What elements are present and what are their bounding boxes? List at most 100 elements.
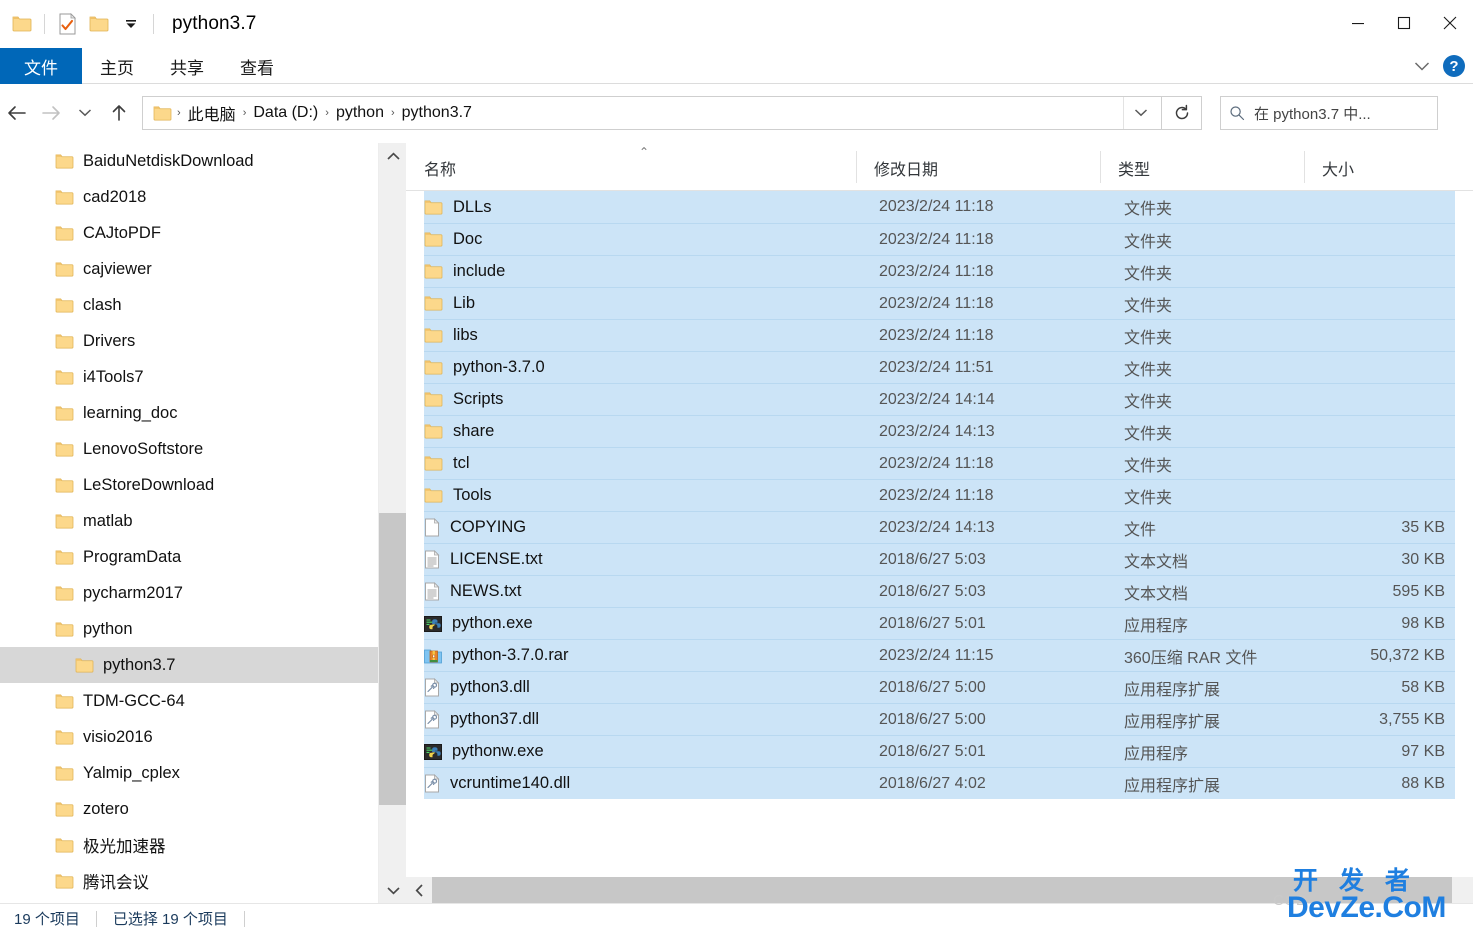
navigation-scrollbar-thumb[interactable] [379, 513, 406, 805]
file-name-cell[interactable]: python37.dll [424, 710, 539, 729]
file-name-cell[interactable]: vcruntime140.dll [424, 774, 570, 793]
folder-icon[interactable] [6, 8, 38, 40]
file-name-cell[interactable]: Lib [424, 294, 475, 313]
table-row[interactable]: vcruntime140.dll 2018/6/27 4:02 应用程序扩展 88 K… [424, 767, 1455, 799]
sidebar-item-zotero[interactable]: zotero [0, 791, 406, 827]
table-row[interactable]: LICENSE.txt 2018/6/27 5:03 文本文档 30 KB [424, 543, 1455, 575]
minimize-button[interactable] [1335, 0, 1381, 46]
properties-icon[interactable] [51, 8, 83, 40]
up-button[interactable] [102, 93, 136, 133]
file-name-cell[interactable]: libs [424, 326, 478, 345]
column-header-name[interactable]: 名称 [424, 156, 456, 180]
sidebar-item-learning-doc[interactable]: learning_doc [0, 395, 406, 431]
scroll-up-icon[interactable] [379, 143, 406, 169]
recent-locations-chevron-icon[interactable] [68, 93, 102, 133]
table-row[interactable]: python3.dll 2018/6/27 5:00 应用程序扩展 58 KB [424, 671, 1455, 703]
sidebar-item-programdata[interactable]: ProgramData [0, 539, 406, 575]
tab-share[interactable]: 共享 [152, 48, 222, 84]
sidebar-item-[interactable]: 腾讯会议 [0, 863, 406, 899]
sidebar-item-lestoredownload[interactable]: LeStoreDownload [0, 467, 406, 503]
sidebar-item-cajviewer[interactable]: cajviewer [0, 251, 406, 287]
sidebar-item-python[interactable]: python [0, 611, 406, 647]
table-row[interactable]: Lib 2023/2/24 11:18 文件夹 [424, 287, 1455, 319]
table-row[interactable]: NEWS.txt 2018/6/27 5:03 文本文档 595 KB [424, 575, 1455, 607]
file-name-cell[interactable]: Tools [424, 486, 492, 505]
navigation-scrollbar[interactable] [378, 143, 406, 903]
expand-ribbon-chevron-icon[interactable] [1409, 53, 1435, 79]
new-folder-icon[interactable] [83, 8, 115, 40]
scroll-left-icon[interactable] [406, 877, 432, 903]
file-name-cell[interactable]: Scripts [424, 390, 503, 409]
table-row[interactable]: python.exe 2018/6/27 5:01 应用程序 98 KB [424, 607, 1455, 639]
table-row[interactable]: share 2023/2/24 14:13 文件夹 [424, 415, 1455, 447]
sidebar-item-drivers[interactable]: Drivers [0, 323, 406, 359]
help-button[interactable]: ? [1443, 55, 1465, 77]
table-row[interactable]: COPYING 2023/2/24 14:13 文件 35 KB [424, 511, 1455, 543]
column-divider-3[interactable] [1304, 151, 1305, 183]
file-name-cell[interactable]: COPYING [424, 518, 526, 537]
file-name-cell[interactable]: pythonw.exe [424, 742, 544, 761]
table-row[interactable]: python37.dll 2018/6/27 5:00 应用程序扩展 3,755 KB [424, 703, 1455, 735]
file-name-cell[interactable]: python3.dll [424, 678, 530, 697]
breadcrumb-item-python[interactable]: python [330, 104, 390, 122]
table-row[interactable]: python-3.7.0.rar 2023/2/24 11:15 360压缩 RAR… [424, 639, 1455, 671]
sidebar-item-lenovosoftstore[interactable]: LenovoSoftstore [0, 431, 406, 467]
breadcrumb-item-python37[interactable]: python3.7 [396, 104, 478, 122]
refresh-button[interactable] [1162, 96, 1202, 130]
column-header-date[interactable]: 修改日期 [874, 156, 938, 180]
sidebar-item-matlab[interactable]: matlab [0, 503, 406, 539]
table-row[interactable]: libs 2023/2/24 11:18 文件夹 [424, 319, 1455, 351]
table-row[interactable]: tcl 2023/2/24 11:18 文件夹 [424, 447, 1455, 479]
file-name-cell[interactable]: python-3.7.0 [424, 358, 545, 377]
file-name-cell[interactable]: LICENSE.txt [424, 550, 543, 569]
sidebar-item-python3-7[interactable]: python3.7 [0, 647, 406, 683]
address-history-chevron-icon[interactable] [1123, 97, 1157, 129]
file-name-cell[interactable]: share [424, 422, 494, 441]
breadcrumb-item-this-pc[interactable]: 此电脑 [182, 101, 242, 125]
table-row[interactable]: Scripts 2023/2/24 14:14 文件夹 [424, 383, 1455, 415]
sidebar-item-clash[interactable]: clash [0, 287, 406, 323]
table-row[interactable]: DLLs 2023/2/24 11:18 文件夹 [424, 191, 1455, 223]
customize-dropdown-icon[interactable] [115, 8, 147, 40]
table-row[interactable]: include 2023/2/24 11:18 文件夹 [424, 255, 1455, 287]
tab-view[interactable]: 查看 [222, 48, 292, 84]
table-row[interactable]: Doc 2023/2/24 11:18 文件夹 [424, 223, 1455, 255]
forward-button[interactable] [34, 93, 68, 133]
horizontal-scroll-track[interactable] [432, 877, 1473, 903]
sidebar-item-i4tools7[interactable]: i4Tools7 [0, 359, 406, 395]
maximize-button[interactable] [1381, 0, 1427, 46]
sidebar-item-[interactable]: 极光加速器 [0, 827, 406, 863]
file-name-cell[interactable]: include [424, 262, 505, 281]
tab-home[interactable]: 主页 [82, 48, 152, 84]
horizontal-scroll-thumb[interactable] [432, 877, 1452, 903]
file-list-horizontal-scrollbar[interactable] [406, 877, 1473, 903]
file-name-cell[interactable]: NEWS.txt [424, 582, 522, 601]
column-divider-2[interactable] [1100, 151, 1101, 183]
sidebar-item-tdm-gcc-64[interactable]: TDM-GCC-64 [0, 683, 406, 719]
table-row[interactable]: pythonw.exe 2018/6/27 5:01 应用程序 97 KB [424, 735, 1455, 767]
sidebar-item-visio2016[interactable]: visio2016 [0, 719, 406, 755]
breadcrumb-item-data-d[interactable]: Data (D:) [247, 104, 324, 122]
search-box[interactable]: 在 python3.7 中... [1220, 96, 1438, 130]
close-button[interactable] [1427, 0, 1473, 46]
scroll-down-icon[interactable] [379, 877, 406, 903]
file-name-cell[interactable]: DLLs [424, 198, 492, 217]
sidebar-item-cad2018[interactable]: cad2018 [0, 179, 406, 215]
file-name-cell[interactable]: tcl [424, 454, 470, 473]
breadcrumb-bar[interactable]: › 此电脑 › Data (D:) › python › python3.7 [142, 96, 1162, 130]
tab-file[interactable]: 文件 [0, 48, 82, 84]
table-row[interactable]: python-3.7.0 2023/2/24 11:51 文件夹 [424, 351, 1455, 383]
column-divider-1[interactable] [856, 151, 857, 183]
back-button[interactable] [0, 93, 34, 133]
file-name-cell[interactable]: python.exe [424, 614, 533, 633]
table-row[interactable]: Tools 2023/2/24 11:18 文件夹 [424, 479, 1455, 511]
sidebar-item-yalmip-cplex[interactable]: Yalmip_cplex [0, 755, 406, 791]
column-header-size[interactable]: 大小 [1322, 156, 1354, 180]
file-name-cell[interactable]: Doc [424, 230, 482, 249]
search-input[interactable]: 在 python3.7 中... [1254, 103, 1371, 124]
sidebar-item-cajtopdf[interactable]: CAJtoPDF [0, 215, 406, 251]
file-name-cell[interactable]: python-3.7.0.rar [424, 646, 568, 665]
column-header-type[interactable]: 类型 [1118, 156, 1150, 180]
sidebar-item-pycharm2017[interactable]: pycharm2017 [0, 575, 406, 611]
sidebar-item-baidunetdiskdownload[interactable]: BaiduNetdiskDownload [0, 143, 406, 179]
